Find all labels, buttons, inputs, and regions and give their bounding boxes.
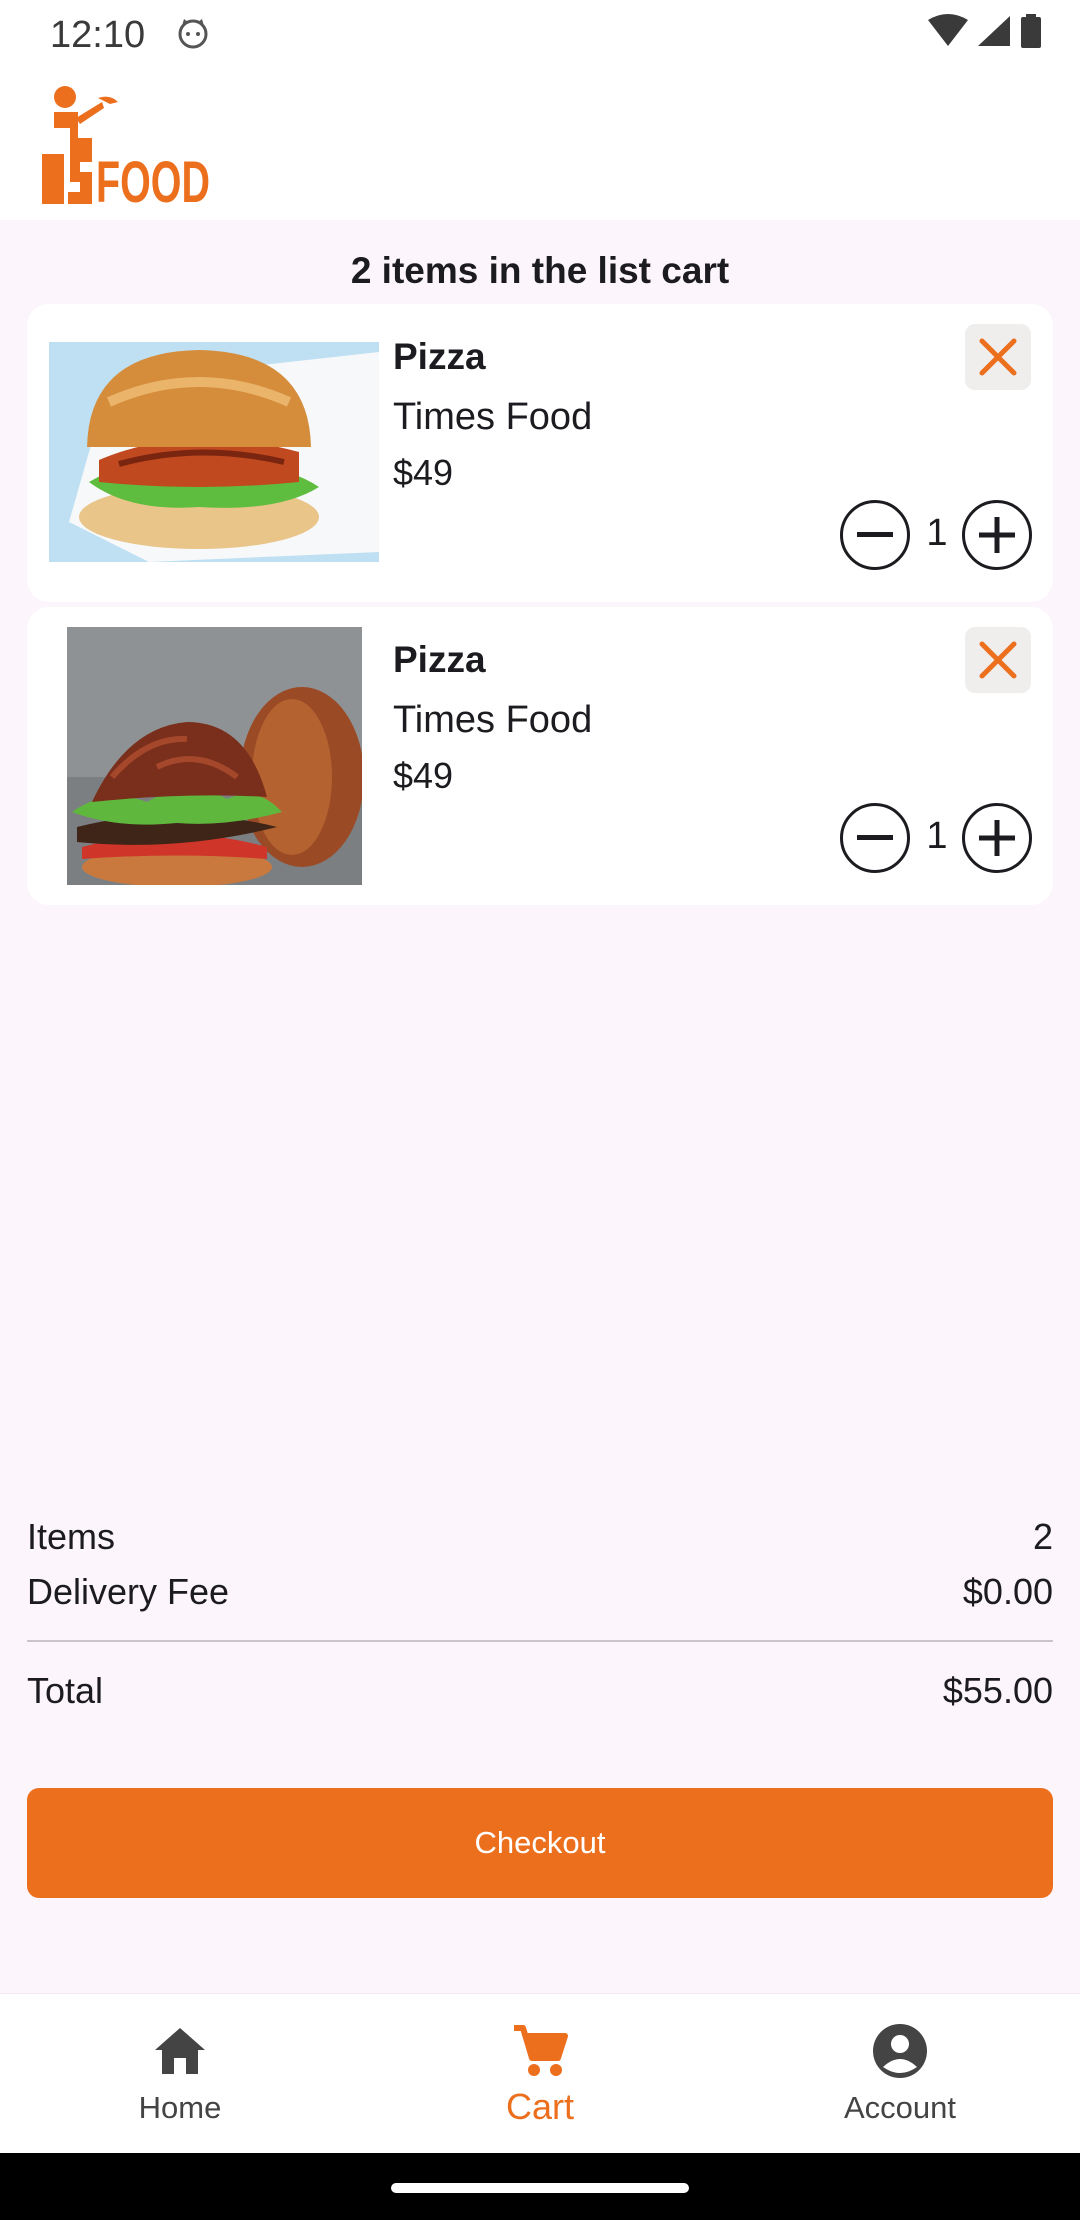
items-label: Items [27,1516,116,1557]
gesture-bar [0,2153,1080,2220]
svg-text:FOOD: FOOD [96,150,210,206]
summary-items-row: Items 2 [27,1516,1053,1558]
checkout-button[interactable]: Checkout [27,1788,1053,1898]
status-bar: 12:10 [0,0,1080,66]
total-label: Total [27,1670,104,1711]
item-price: $49 [393,452,454,493]
cart-header: 2 items in the list cart [350,250,730,291]
close-icon [979,338,1017,376]
app-bar: FOOD [0,66,1080,220]
item-image-pulled-pork-burger [67,627,362,885]
remove-item-button[interactable] [965,324,1031,390]
decrease-quantity-button[interactable] [840,500,910,570]
delivery-fee-label: Delivery Fee [27,1571,230,1612]
item-image-salmon-burger [49,342,379,562]
nav-account[interactable]: Account [720,1994,1080,2154]
signal-icon [978,16,1010,46]
status-icons [928,14,1042,48]
notification-icon [176,16,210,55]
wifi-icon [928,14,968,46]
increase-quantity-button[interactable] [962,803,1032,873]
item-name: Pizza [393,336,486,377]
battery-icon [1021,14,1041,48]
cart-icon [514,2025,568,2076]
items-value: 2 [1032,1516,1053,1557]
summary-total-row: Total $55.00 [27,1670,1053,1712]
quantity-value: 1 [926,815,948,857]
home-icon [155,2028,205,2074]
total-value: $55.00 [942,1670,1053,1711]
plus-icon [979,820,1015,856]
item-name: Pizza [393,639,486,680]
remove-item-button[interactable] [965,627,1031,693]
item-store: Times Food [393,699,593,741]
cart-item-card: Pizza Times Food $49 1 [27,304,1053,602]
minus-icon [857,532,893,537]
minus-icon [857,835,893,840]
nav-cart-label: Cart [505,2086,574,2127]
nav-home-label: Home [138,2090,222,2125]
item-store: Times Food [393,396,593,438]
nav-cart[interactable]: Cart [360,1994,720,2154]
quantity-value: 1 [926,512,948,554]
food-logo[interactable]: FOOD [40,84,212,215]
summary-fee-row: Delivery Fee $0.00 [27,1571,1053,1613]
nav-account-label: Account [843,2090,956,2125]
decrease-quantity-button[interactable] [840,803,910,873]
nav-home[interactable]: Home [0,1994,360,2154]
account-icon [873,2024,927,2078]
item-price: $49 [393,755,454,796]
cart-item-card: Pizza Times Food $49 1 [27,607,1053,905]
home-gesture-handle[interactable] [391,2183,689,2193]
delivery-fee-value: $0.00 [962,1571,1053,1612]
summary-divider [27,1640,1053,1642]
bottom-navigation: Home Cart Account [0,1993,1080,2153]
close-icon [979,641,1017,679]
plus-icon [979,517,1015,553]
status-time: 12:10 [50,14,146,56]
increase-quantity-button[interactable] [962,500,1032,570]
